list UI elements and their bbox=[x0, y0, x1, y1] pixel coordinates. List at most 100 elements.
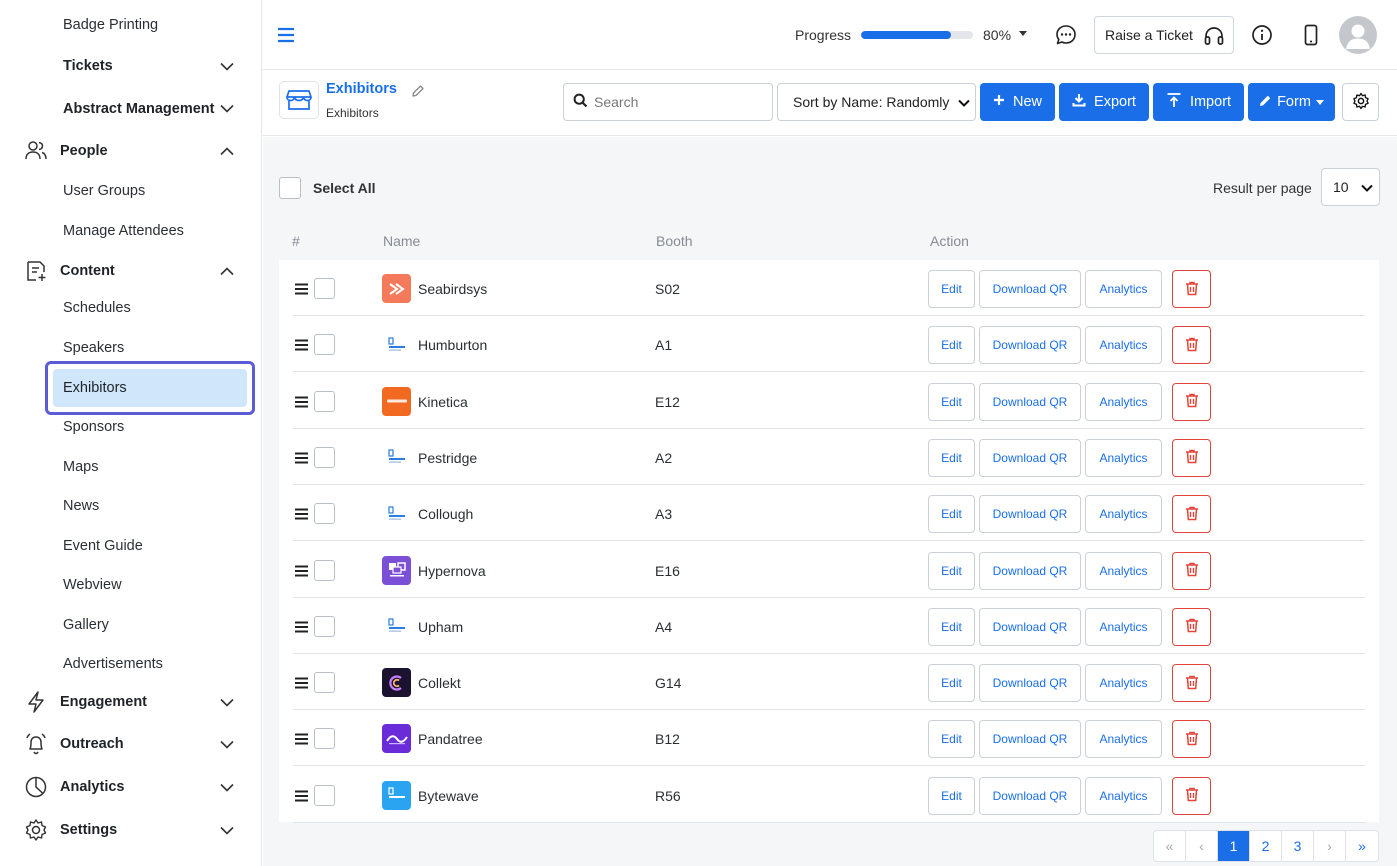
edit-button[interactable]: Edit bbox=[928, 720, 975, 759]
row-checkbox[interactable] bbox=[314, 503, 335, 525]
download-qr-button[interactable]: Download QR bbox=[979, 664, 1081, 703]
sidebar-item-maps[interactable]: Maps bbox=[0, 449, 262, 485]
analytics-button[interactable]: Analytics bbox=[1085, 664, 1162, 703]
drag-handle-icon[interactable] bbox=[295, 282, 308, 295]
drag-handle-icon[interactable] bbox=[295, 338, 308, 351]
row-checkbox[interactable] bbox=[314, 672, 335, 694]
drag-handle-icon[interactable] bbox=[295, 732, 308, 745]
row-checkbox[interactable] bbox=[314, 334, 335, 356]
download-qr-button[interactable]: Download QR bbox=[979, 607, 1081, 646]
pencil-icon[interactable] bbox=[411, 84, 425, 101]
drag-handle-icon[interactable] bbox=[295, 564, 308, 576]
analytics-button[interactable]: Analytics bbox=[1085, 607, 1162, 646]
download-qr-button[interactable]: Download QR bbox=[979, 438, 1081, 477]
edit-button[interactable]: Edit bbox=[928, 607, 975, 646]
delete-button[interactable] bbox=[1172, 495, 1211, 534]
progress-dropdown-icon[interactable] bbox=[1019, 31, 1027, 36]
row-checkbox[interactable] bbox=[314, 615, 335, 637]
sidebar-section-people[interactable]: People bbox=[0, 133, 262, 169]
sidebar-section-engagement[interactable]: Engagement bbox=[0, 684, 262, 720]
sidebar-item-event-guide[interactable]: Event Guide bbox=[0, 528, 262, 564]
download-qr-button[interactable]: Download QR bbox=[979, 270, 1081, 308]
sidebar-section-settings[interactable]: Settings bbox=[0, 812, 262, 848]
edit-button[interactable]: Edit bbox=[928, 270, 975, 308]
row-checkbox[interactable] bbox=[314, 278, 335, 299]
edit-button[interactable]: Edit bbox=[928, 326, 975, 365]
analytics-button[interactable]: Analytics bbox=[1085, 495, 1162, 534]
drag-handle-icon[interactable] bbox=[295, 789, 308, 802]
analytics-button[interactable]: Analytics bbox=[1085, 720, 1162, 759]
delete-button[interactable] bbox=[1172, 382, 1211, 421]
download-qr-button[interactable]: Download QR bbox=[979, 382, 1081, 421]
row-checkbox[interactable] bbox=[314, 446, 335, 468]
pagination-next[interactable]: › bbox=[1314, 831, 1346, 861]
download-qr-button[interactable]: Download QR bbox=[979, 495, 1081, 534]
edit-button[interactable]: Edit bbox=[928, 438, 975, 477]
sidebar-section-content[interactable]: Content bbox=[0, 253, 262, 289]
hamburger-menu-icon[interactable] bbox=[277, 25, 295, 45]
settings-button[interactable] bbox=[1342, 83, 1379, 121]
import-button[interactable]: Import bbox=[1153, 83, 1244, 121]
sidebar-section-outreach[interactable]: Outreach bbox=[0, 726, 262, 762]
sidebar-item-badge-printing[interactable]: Badge Printing bbox=[0, 7, 262, 43]
edit-button[interactable]: Edit bbox=[928, 382, 975, 421]
sidebar-item-webview[interactable]: Webview bbox=[0, 567, 262, 603]
sidebar-item-abstract-management[interactable]: Abstract Management bbox=[0, 91, 262, 127]
sidebar-item-manage-attendees[interactable]: Manage Attendees bbox=[0, 213, 262, 249]
drag-handle-icon[interactable] bbox=[295, 451, 308, 464]
pagination-page-2[interactable]: 2 bbox=[1250, 831, 1282, 861]
sidebar-item-advertisements[interactable]: Advertisements bbox=[0, 646, 262, 682]
pagination-prev[interactable]: ‹ bbox=[1186, 831, 1218, 861]
delete-button[interactable] bbox=[1172, 438, 1211, 477]
row-checkbox[interactable] bbox=[314, 559, 335, 581]
raise-ticket-button[interactable]: Raise a Ticket bbox=[1094, 16, 1234, 54]
drag-handle-icon[interactable] bbox=[295, 395, 308, 408]
sidebar-section-analytics[interactable]: Analytics bbox=[0, 769, 262, 805]
form-dropdown-button[interactable]: Form bbox=[1248, 83, 1335, 121]
sidebar-item-tickets[interactable]: Tickets bbox=[0, 48, 262, 84]
sidebar-item-gallery[interactable]: Gallery bbox=[0, 607, 262, 643]
drag-handle-icon[interactable] bbox=[295, 620, 308, 633]
mobile-preview-icon[interactable] bbox=[1300, 24, 1322, 46]
download-qr-button[interactable]: Download QR bbox=[979, 720, 1081, 759]
select-all-checkbox[interactable] bbox=[279, 177, 301, 199]
row-checkbox[interactable] bbox=[314, 784, 335, 806]
download-qr-button[interactable]: Download QR bbox=[979, 326, 1081, 365]
delete-button[interactable] bbox=[1172, 776, 1211, 815]
delete-button[interactable] bbox=[1172, 551, 1211, 590]
pagination-page-1[interactable]: 1 bbox=[1218, 831, 1250, 861]
pagination-first[interactable]: « bbox=[1154, 831, 1186, 861]
delete-button[interactable] bbox=[1172, 326, 1211, 365]
sidebar-item-sponsors[interactable]: Sponsors bbox=[0, 409, 262, 445]
search-input[interactable] bbox=[594, 94, 764, 110]
analytics-button[interactable]: Analytics bbox=[1085, 270, 1162, 308]
sidebar-item-schedules[interactable]: Schedules bbox=[0, 290, 262, 326]
sidebar-item-news[interactable]: News bbox=[0, 488, 262, 524]
info-icon[interactable] bbox=[1251, 24, 1273, 46]
analytics-button[interactable]: Analytics bbox=[1085, 776, 1162, 815]
pagination-last[interactable]: » bbox=[1346, 831, 1378, 861]
analytics-button[interactable]: Analytics bbox=[1085, 382, 1162, 421]
chat-icon[interactable] bbox=[1055, 24, 1077, 46]
analytics-button[interactable]: Analytics bbox=[1085, 438, 1162, 477]
delete-button[interactable] bbox=[1172, 664, 1211, 703]
delete-button[interactable] bbox=[1172, 607, 1211, 646]
export-button[interactable]: Export bbox=[1059, 83, 1149, 121]
edit-button[interactable]: Edit bbox=[928, 551, 975, 590]
delete-button[interactable] bbox=[1172, 270, 1211, 308]
edit-button[interactable]: Edit bbox=[928, 664, 975, 703]
sidebar-item-user-groups[interactable]: User Groups bbox=[0, 173, 262, 209]
sort-select[interactable]: Sort by Name: Randomly bbox=[777, 83, 976, 121]
new-button[interactable]: New bbox=[980, 83, 1055, 121]
avatar[interactable] bbox=[1339, 16, 1377, 54]
row-checkbox[interactable] bbox=[314, 728, 335, 750]
pagination-page-3[interactable]: 3 bbox=[1282, 831, 1314, 861]
sidebar-item-exhibitors[interactable]: Exhibitors bbox=[53, 369, 247, 407]
row-checkbox[interactable] bbox=[314, 390, 335, 412]
edit-button[interactable]: Edit bbox=[928, 776, 975, 815]
download-qr-button[interactable]: Download QR bbox=[979, 551, 1081, 590]
drag-handle-icon[interactable] bbox=[295, 676, 308, 689]
drag-handle-icon[interactable] bbox=[295, 507, 308, 520]
analytics-button[interactable]: Analytics bbox=[1085, 551, 1162, 590]
download-qr-button[interactable]: Download QR bbox=[979, 776, 1081, 815]
